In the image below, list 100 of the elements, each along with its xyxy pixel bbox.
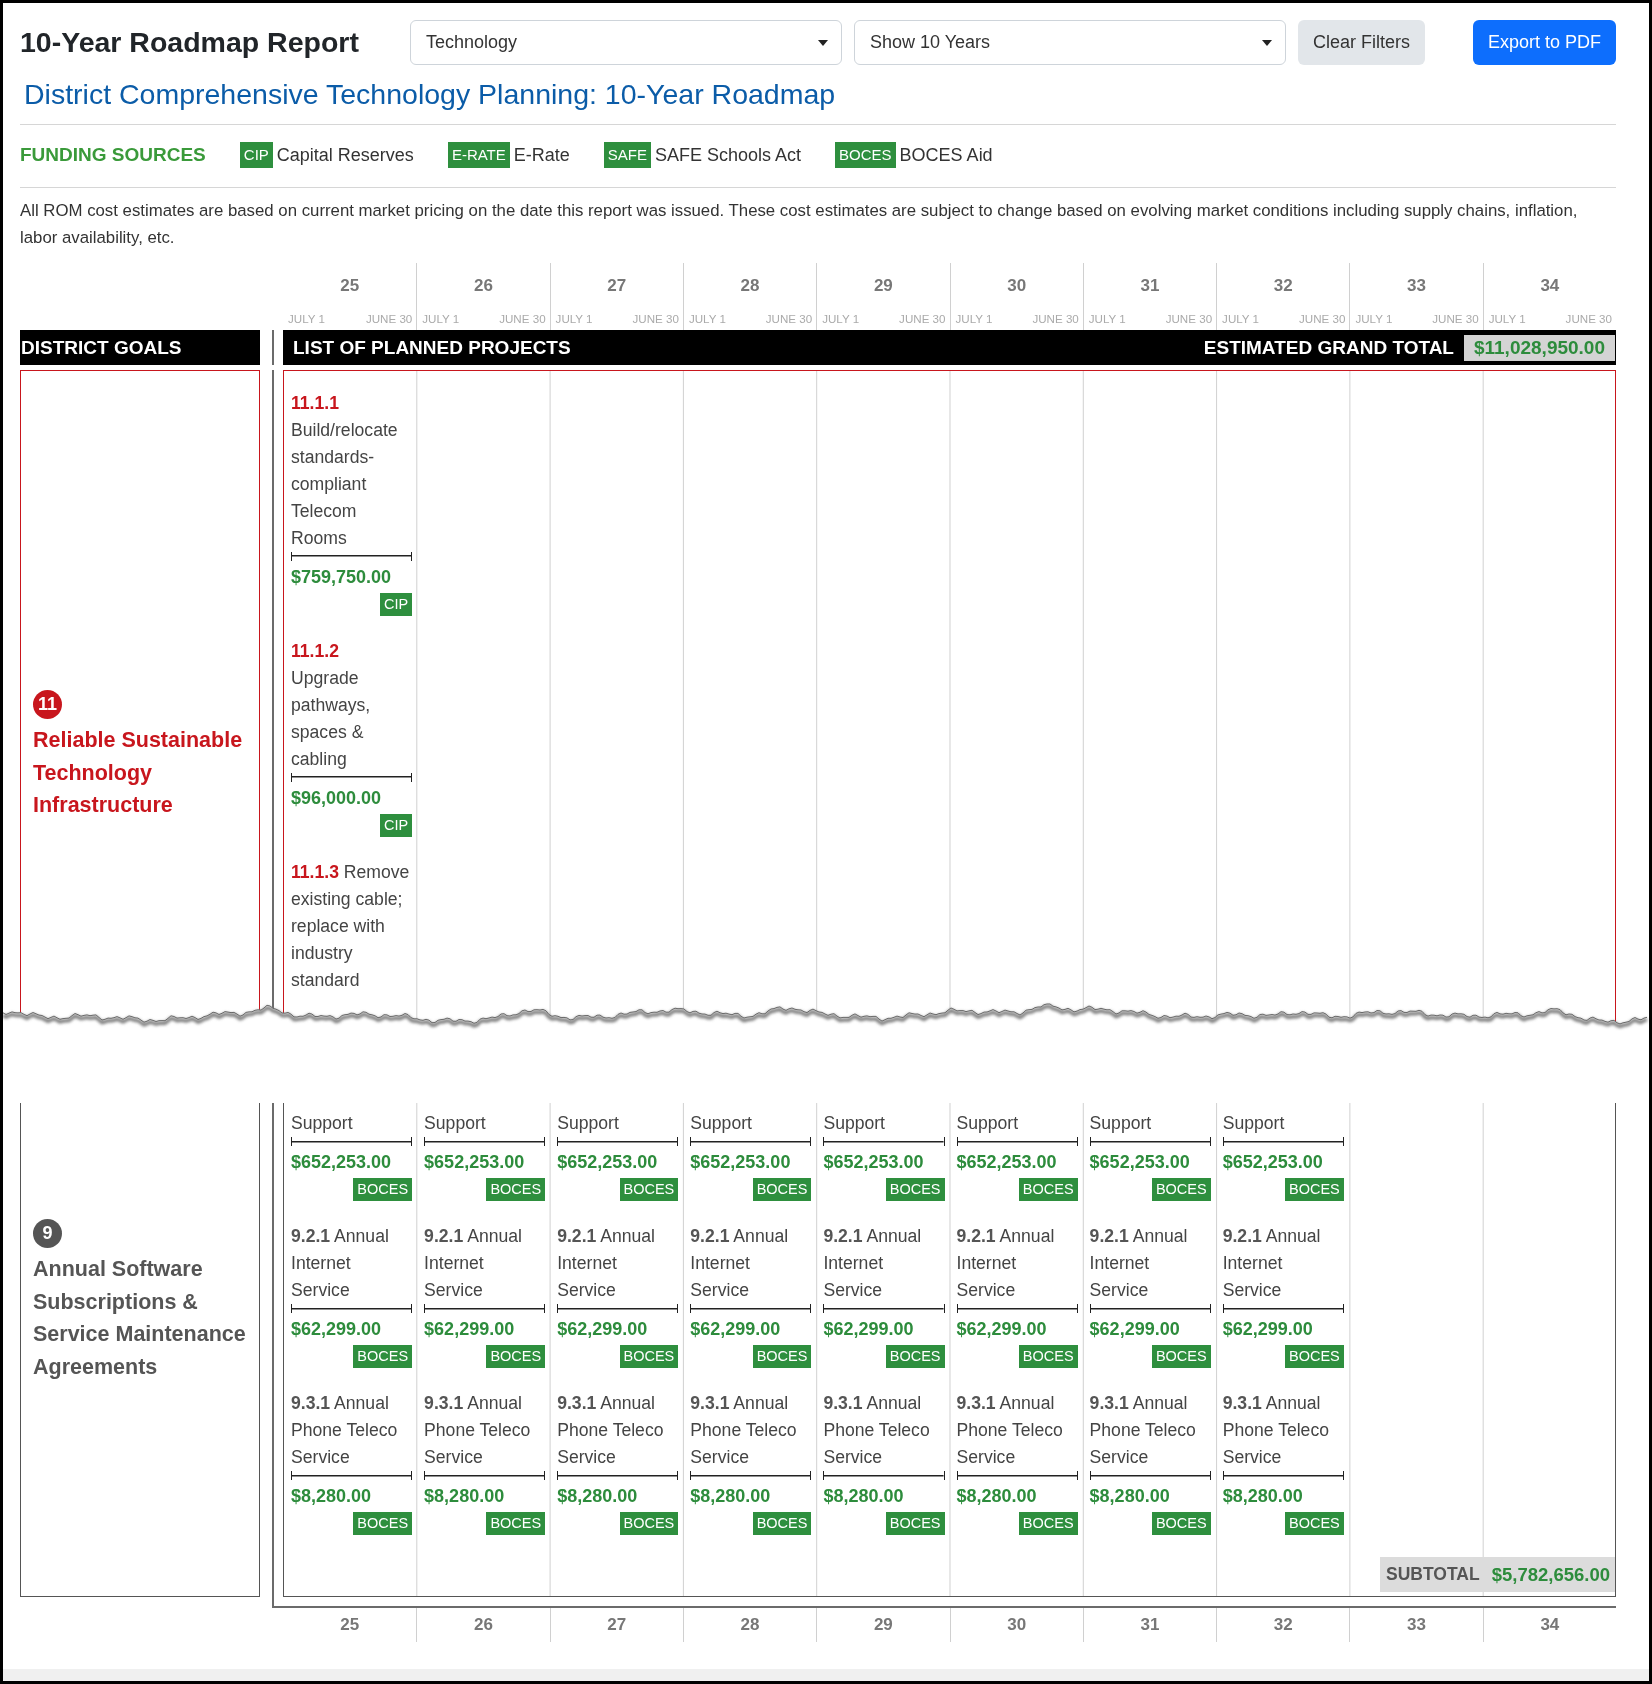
- period-end-label: JUNE 30: [1432, 312, 1479, 326]
- project-cost: $652,253.00: [291, 1151, 392, 1174]
- year-label: 30: [1007, 1615, 1027, 1634]
- funding-source-name: E-Rate: [513, 144, 570, 166]
- project-name: Support: [424, 1112, 487, 1135]
- funding-tag: CIP: [379, 813, 413, 837]
- project-cost: $62,299.00: [291, 1318, 382, 1341]
- year-label: 29: [873, 276, 893, 295]
- project-name: Support: [823, 1112, 886, 1135]
- year-label: 33: [1407, 276, 1426, 295]
- period-end-label: JUNE 30: [899, 312, 946, 326]
- funding-tag: BOCES: [835, 142, 896, 168]
- project-cost: $62,299.00: [690, 1318, 781, 1341]
- project-name: 9.3.1 Annual Phone Teleco Service: [823, 1392, 931, 1469]
- funding-tag: SAFE: [603, 142, 651, 168]
- project-cost: $62,299.00: [557, 1318, 648, 1341]
- period-end-label: JUNE 30: [765, 312, 813, 326]
- funding-tag: BOCES: [619, 1178, 679, 1201]
- funding-tag: BOCES: [1285, 1178, 1344, 1201]
- year-label: 25: [340, 1615, 360, 1634]
- funding-tag: BOCES: [1285, 1512, 1344, 1535]
- project-name: 9.3.1 Annual Phone Teleco Service: [291, 1392, 399, 1469]
- funding-tag: CIP: [379, 592, 413, 616]
- project-name: 9.3.1 Annual Phone Teleco Service: [1222, 1392, 1330, 1469]
- caret-icon: [1261, 39, 1272, 46]
- goal-number: 9: [33, 1219, 62, 1248]
- year-label: 28: [740, 276, 760, 295]
- year-label: 29: [873, 1615, 893, 1634]
- grand-total-label: ESTIMATED GRAND TOTAL: [1203, 336, 1454, 359]
- project-cost: $8,280.00: [291, 1485, 372, 1508]
- filter-dropdown[interactable]: Show 10 Years: [853, 20, 1286, 65]
- funding-tag: BOCES: [885, 1345, 945, 1368]
- funding-source-name: BOCES Aid: [899, 144, 993, 166]
- period-end-label: JUNE 30: [1565, 312, 1612, 326]
- funding-tag: BOCES: [885, 1178, 945, 1201]
- filter-dropdown[interactable]: Technology: [410, 20, 842, 65]
- period-start-label: JULY 1: [1222, 312, 1260, 326]
- funding-tag: BOCES: [1018, 1345, 1078, 1368]
- funding-tag: BOCES: [619, 1345, 679, 1368]
- disclaimer-text: All ROM cost estimates are based on current market pricing on the date this report was issued. These cost estimates are subject to change based on evolving market conditions including supply chains, inflation, labor availability, etc.: [20, 200, 1579, 249]
- project-name: 9.2.1 Annual Internet Service: [956, 1225, 1056, 1302]
- year-label: 30: [1007, 276, 1027, 295]
- project-name: Support: [1222, 1112, 1286, 1135]
- project-name: 9.3.1 Annual Phone Teleco Service: [557, 1392, 665, 1469]
- funding-source-name: Capital Reserves: [276, 144, 414, 166]
- secondary-button[interactable]: Clear Filters: [1297, 20, 1425, 65]
- project-cost: $8,280.00: [1089, 1485, 1170, 1508]
- page-subtitle: District Comprehensive Technology Planning: 10-Year Roadmap: [24, 77, 836, 112]
- project-name: Support: [1089, 1112, 1153, 1135]
- project-cost: $8,280.00: [557, 1485, 638, 1508]
- funding-source-name: SAFE Schools Act: [655, 144, 802, 166]
- funding-tag: BOCES: [619, 1512, 679, 1535]
- project-name: Support: [291, 1112, 354, 1135]
- goal-title: Annual Software Subscriptions & Service Maintenance Agreements: [33, 1256, 247, 1381]
- year-label: 27: [607, 276, 627, 295]
- funding-tag: BOCES: [1018, 1178, 1078, 1201]
- year-label: 34: [1540, 276, 1560, 295]
- period-start-label: JULY 1: [422, 312, 460, 326]
- funding-tag: BOCES: [353, 1345, 413, 1368]
- primary-button[interactable]: Export to PDF: [1472, 20, 1616, 65]
- project-cost: $62,299.00: [956, 1318, 1047, 1341]
- period-start-label: JULY 1: [1355, 312, 1393, 326]
- period-start-label: JULY 1: [555, 312, 593, 326]
- project-cost: $62,299.00: [823, 1318, 914, 1341]
- project-cost: $652,253.00: [1089, 1151, 1190, 1174]
- goals-header: DISTRICT GOALS: [20, 330, 260, 365]
- period-start-label: JULY 1: [822, 312, 860, 326]
- project-cost: $62,299.00: [1222, 1318, 1313, 1341]
- year-label: 31: [1140, 276, 1160, 295]
- project-name: Support: [956, 1112, 1020, 1135]
- project-cost: $652,253.00: [823, 1151, 924, 1174]
- funding-tag: BOCES: [1151, 1512, 1211, 1535]
- project-cost: $62,299.00: [424, 1318, 515, 1341]
- year-label: 32: [1273, 276, 1293, 295]
- funding-tag: BOCES: [752, 1345, 812, 1368]
- project-cost: $8,280.00: [690, 1485, 771, 1508]
- grand-total-value: $11,028,950.00: [1463, 334, 1615, 361]
- projects-header-title: LIST OF PLANNED PROJECTS: [293, 336, 572, 359]
- project-name: 11.1.3 Remove existing cable; replace with industry standard: [291, 860, 411, 992]
- funding-tag: BOCES: [353, 1178, 413, 1201]
- period-start-label: JULY 1: [1088, 312, 1126, 326]
- caret-icon: [817, 39, 828, 46]
- year-label: 32: [1273, 1615, 1293, 1634]
- project-cost: $652,253.00: [424, 1151, 525, 1174]
- funding-tag: BOCES: [752, 1512, 812, 1535]
- goal-title: Reliable Sustainable Technology Infrastructure: [33, 727, 244, 819]
- project-name: 9.3.1 Annual Phone Teleco Service: [690, 1392, 798, 1469]
- period-start-label: JULY 1: [1488, 312, 1526, 326]
- project-name: 9.2.1 Annual Internet Service: [557, 1225, 657, 1302]
- project-cost: $652,253.00: [956, 1151, 1057, 1174]
- project-name: 9.2.1 Annual Internet Service: [424, 1225, 523, 1302]
- funding-tag: CIP: [239, 142, 273, 168]
- period-start-label: JULY 1: [288, 312, 325, 326]
- funding-tag: BOCES: [486, 1345, 546, 1368]
- project-cost: $62,299.00: [1089, 1318, 1180, 1341]
- subtotal-value: $5,782,656.00: [1491, 1563, 1610, 1586]
- project-cost: $652,253.00: [1222, 1151, 1323, 1174]
- project-cost: $652,253.00: [690, 1151, 791, 1174]
- project-name: 9.2.1 Annual Internet Service: [823, 1225, 923, 1302]
- project-cost: $96,000.00: [291, 786, 382, 810]
